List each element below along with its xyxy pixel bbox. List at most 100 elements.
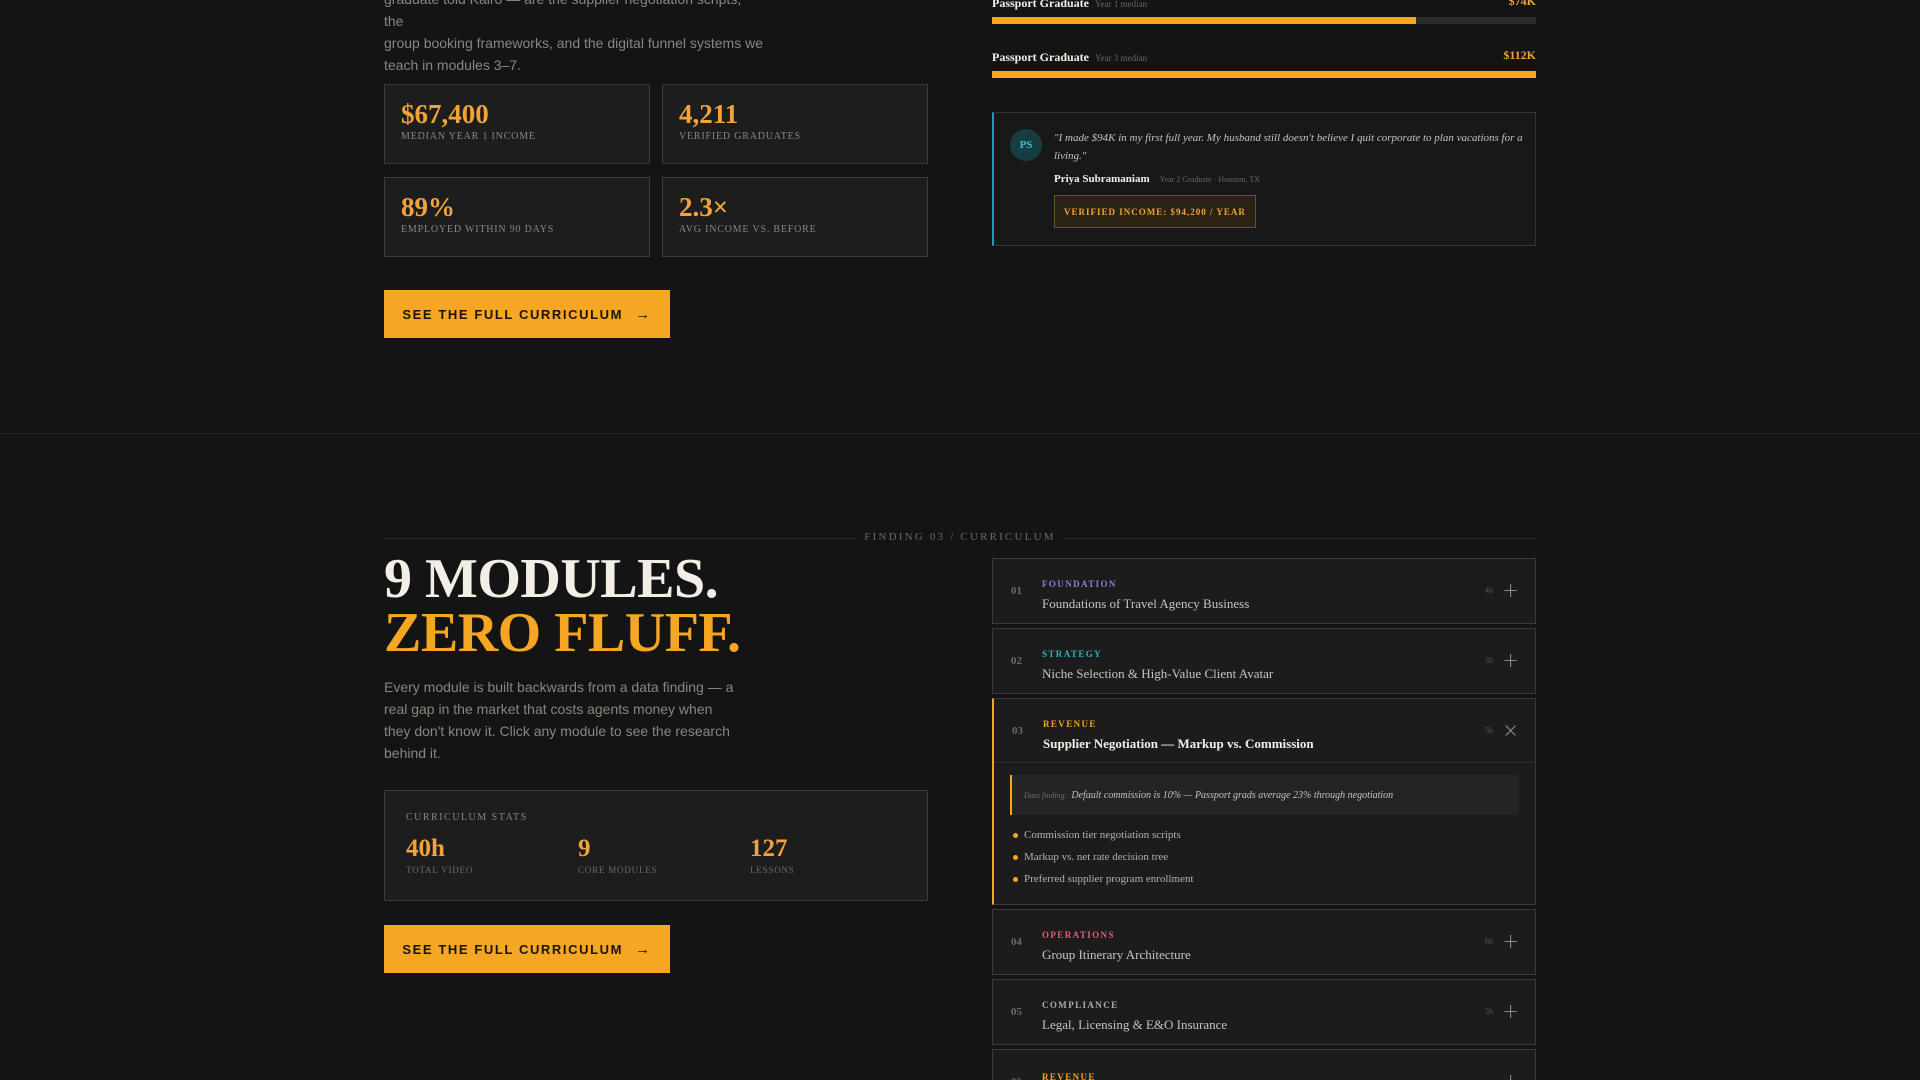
expand-plus-icon[interactable]: + [1502,1069,1519,1080]
stat-card-median-income: $67,400 MEDIAN YEAR 1 INCOME [384,84,650,164]
module-duration: 4h [1485,586,1493,595]
stat-label: AVG INCOME VS. BEFORE [679,224,817,235]
stat-value: 89% [401,192,455,222]
module-title: Group Itinerary Architecture [1042,947,1191,962]
module-item-06[interactable]: 06 REVENUE + [992,1049,1536,1080]
headline-line-1: 9 MODULES. [384,548,719,610]
collapse-close-icon[interactable]: × [1502,718,1519,742]
module-title: Foundations of Travel Agency Business [1042,596,1250,611]
stat-card-income-multiplier: 2.3× AVG INCOME VS. BEFORE [662,177,928,257]
module-number: 01 [1011,585,1022,597]
bar-sub: Year 3 median [1095,53,1148,63]
module-item-03[interactable]: 03 REVENUE Supplier Negotiation — Markup… [992,698,1536,905]
section-eyebrow: FINDING 03 / CURRICULUM [864,531,1056,543]
stat-label: LESSONS [750,865,795,875]
stat-card-employed: 89% EMPLOYED WITHIN 90 DAYS [384,177,650,257]
see-curriculum-button[interactable]: SEE THE FULL CURRICULUM → [384,925,670,973]
curriculum-stat: 40h TOTAL VIDEO [406,835,473,875]
expand-plus-icon[interactable]: + [1502,578,1519,602]
module-category: REVENUE [1043,719,1097,729]
section-divider [0,433,1920,434]
module-topics: Commission tier negotiation scripts Mark… [994,815,1535,891]
arrow-right-icon: → [635,940,652,958]
cta-label: SEE THE FULL CURRICULUM [402,941,624,957]
module-item-04[interactable]: 04 OPERATIONS Group Itinerary Architectu… [992,909,1536,975]
bar-fill [992,17,1417,24]
bar-fill [992,71,1536,78]
stat-value: 4,211 [679,99,739,129]
data-finding-label: Data finding: [1024,790,1068,800]
module-duration: 3h [1485,656,1493,665]
module-category: COMPLIANCE [1042,1000,1119,1010]
module-header[interactable]: 02 STRATEGY Niche Selection & High-Value… [993,629,1535,693]
module-number: 04 [1011,936,1022,948]
arrow-right-icon: → [635,305,652,323]
bar-amount: $74K [1508,0,1536,8]
curriculum-description: Every module is built backwards from a d… [384,679,734,761]
intro-paragraph: graduate told Kairo — are the supplier n… [384,0,764,76]
stat-card-graduates: 4,211 VERIFIED GRADUATES [662,84,928,164]
bar-track [992,71,1536,78]
curriculum-stats-card: CURRICULUM STATS 40h TOTAL VIDEO 9 CORE … [384,790,928,901]
author-name: Priya Subramaniam [1054,173,1150,185]
bar-amount: $112K [1503,48,1536,62]
curriculum-stat: 9 CORE MODULES [578,835,657,875]
see-curriculum-button[interactable]: SEE THE FULL CURRICULUM → [384,290,670,338]
module-item-05[interactable]: 05 COMPLIANCE Legal, Licensing & E&O Ins… [992,979,1536,1045]
module-title: Legal, Licensing & E&O Insurance [1042,1017,1228,1032]
module-header[interactable]: 04 OPERATIONS Group Itinerary Architectu… [993,910,1535,974]
module-duration: 3h [1485,1007,1493,1016]
bar-name: Passport Graduate [992,50,1089,64]
module-category: REVENUE [1042,1072,1096,1080]
module-category: OPERATIONS [1042,930,1115,940]
stat-label: CORE MODULES [578,865,658,875]
list-item: Preferred supplier program enrollment [1013,869,1535,891]
module-title: Niche Selection & High-Value Client Avat… [1042,666,1274,681]
module-title: Supplier Negotiation — Markup vs. Commis… [1043,736,1314,751]
testimonial-author: Priya Subramaniam Year 2 Graduate · Houst… [1054,173,1260,185]
list-item: Markup vs. net rate decision tree [1013,847,1535,869]
module-header[interactable]: 03 REVENUE Supplier Negotiation — Markup… [994,699,1535,763]
list-item: Commission tier negotiation scripts [1013,825,1535,847]
stat-value: $67,400 [401,99,489,129]
module-number: 03 [1012,725,1023,737]
stat-label: TOTAL VIDEO [406,865,474,875]
module-header[interactable]: 06 REVENUE + [993,1050,1535,1080]
stat-label: EMPLOYED WITHIN 90 DAYS [401,224,555,235]
intro-line: graduate told Kairo — are the supplier n… [384,0,741,29]
intro-line: group booking frameworks, and the digita… [384,35,763,51]
stat-value: 2.3× [679,192,729,222]
expand-plus-icon[interactable]: + [1502,929,1519,953]
curriculum-stat: 127 LESSONS [750,835,795,875]
bar-sub: Year 1 median [1095,0,1148,9]
data-finding-text: Default commission is 10% — Passport gra… [1071,789,1394,801]
stat-value: 40h [406,835,445,862]
data-finding: Data finding: Default commission is 10% … [1010,775,1519,815]
stat-value: 127 [750,835,788,862]
avatar: PS [1010,129,1042,161]
module-header[interactable]: 05 COMPLIANCE Legal, Licensing & E&O Ins… [993,980,1535,1044]
income-bar-year1: Passport Graduate Year 1 median $74K [992,0,1536,24]
curriculum-stats-title: CURRICULUM STATS [406,812,528,823]
expand-plus-icon[interactable]: + [1502,648,1519,672]
bar-name: Passport Graduate [992,0,1089,10]
section-headline: 9 MODULES. ZERO FLUFF. [384,548,741,664]
module-duration: 5h [1485,726,1493,735]
stat-value: 9 [578,835,591,862]
module-number: 06 [1011,1076,1022,1080]
testimonial-quote: "I made $94K in my first full year. My h… [1054,132,1523,162]
module-number: 05 [1011,1006,1022,1018]
expand-plus-icon[interactable]: + [1502,999,1519,1023]
module-item-01[interactable]: 01 FOUNDATION Foundations of Travel Agen… [992,558,1536,624]
bar-track [992,17,1536,24]
module-number: 02 [1011,655,1022,667]
module-header[interactable]: 01 FOUNDATION Foundations of Travel Agen… [993,559,1535,623]
stat-label: VERIFIED GRADUATES [679,131,801,142]
verified-income-badge: VERIFIED INCOME: $94,200 / YEAR [1054,195,1256,228]
headline-line-2: ZERO FLUFF. [384,602,741,664]
testimonial-card: PS "I made $94K in my first full year. M… [992,112,1536,246]
module-duration: 6h [1485,937,1493,946]
module-category: FOUNDATION [1042,579,1117,589]
module-item-02[interactable]: 02 STRATEGY Niche Selection & High-Value… [992,628,1536,694]
stat-label: MEDIAN YEAR 1 INCOME [401,131,536,142]
